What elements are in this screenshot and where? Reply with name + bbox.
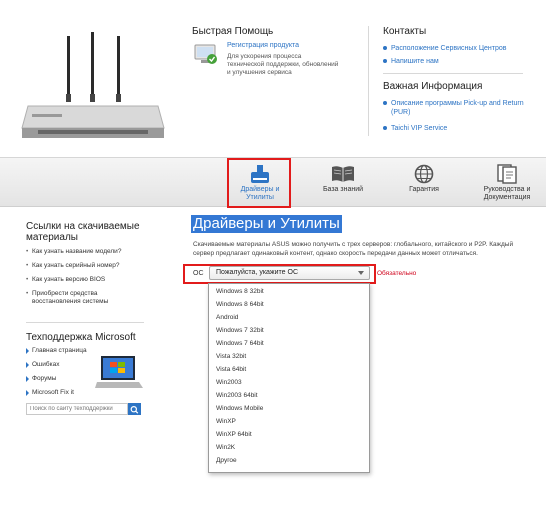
- product-registration-link[interactable]: Регистрация продукта: [227, 42, 299, 49]
- page-title: Драйверы и Утилиты: [191, 215, 342, 233]
- book-icon: [332, 166, 354, 182]
- write-us-link[interactable]: Напишите нам: [383, 57, 439, 66]
- os-option[interactable]: Другое: [216, 457, 237, 464]
- registration-icon: [194, 44, 217, 64]
- bios-version-link[interactable]: Как узнать версию BIOS: [26, 276, 105, 284]
- quick-help-description: Для ускорения процесса технической подде…: [227, 53, 339, 76]
- microsoft-support-title: Техподдержка Microsoft: [26, 332, 136, 343]
- pur-program-link[interactable]: Описание программы Pick-up and Return (P…: [383, 99, 528, 117]
- os-option[interactable]: Windows 7 32bit: [216, 327, 264, 334]
- ms-errors-link[interactable]: Ошибках: [26, 361, 59, 368]
- documents-icon: [497, 164, 517, 184]
- contacts-title: Контакты: [383, 26, 427, 37]
- ms-fixit-link[interactable]: Microsoft Fix it: [26, 389, 74, 396]
- os-option[interactable]: Android: [216, 314, 238, 321]
- quick-help-title: Быстрая Помощь: [192, 26, 274, 37]
- os-option[interactable]: Win2K: [216, 444, 235, 451]
- os-option[interactable]: Windows 8 64bit: [216, 301, 264, 308]
- intro-text: Скачиваемые материалы ASUS можно получит…: [193, 241, 514, 257]
- contacts-divider: [383, 73, 523, 74]
- ms-forums-link[interactable]: Форумы: [26, 375, 56, 382]
- model-name-link[interactable]: Как узнать название модели?: [26, 248, 121, 256]
- router-product-image: [21, 32, 165, 138]
- os-option[interactable]: Windows 7 64bit: [216, 340, 264, 347]
- nav-warranty[interactable]: Гарантия: [396, 164, 452, 194]
- ms-search-button[interactable]: [128, 403, 141, 415]
- nav-knowledge-label: База знаний: [322, 186, 364, 193]
- select-highlight-box: [183, 264, 376, 284]
- nav-manuals-docs[interactable]: Руководства и Документация: [474, 164, 540, 202]
- os-option[interactable]: Vista 32bit: [216, 353, 246, 360]
- ms-search-input[interactable]: [26, 403, 128, 415]
- sidebar-divider: [26, 322, 144, 323]
- service-centers-link[interactable]: Расположение Сервисных Центров: [383, 44, 507, 53]
- nav-knowledge-base[interactable]: База знаний: [315, 164, 371, 194]
- os-option[interactable]: Win2003 64bit: [216, 392, 258, 399]
- drivers-highlight-box: [227, 158, 291, 208]
- required-note: Обязательно: [377, 270, 417, 277]
- os-option[interactable]: WinXP 64bit: [216, 431, 252, 438]
- downloads-links-title: Ссылки на скачиваемые материалы: [26, 221, 140, 243]
- nav-warranty-label: Гарантия: [409, 186, 439, 193]
- recovery-media-link[interactable]: Приобрести средства восстановления систе…: [26, 290, 138, 306]
- taichi-vip-link[interactable]: Taichi VIP Service: [383, 124, 447, 133]
- ms-home-link[interactable]: Главная страница: [26, 347, 87, 354]
- os-dropdown-list: Windows 8 32bit Windows 8 64bit Android …: [208, 283, 370, 473]
- column-divider: [368, 26, 369, 136]
- globe-icon: [414, 164, 434, 184]
- os-option[interactable]: Vista 64bit: [216, 366, 246, 373]
- search-icon: [130, 405, 139, 414]
- windows-laptop-image: [95, 356, 143, 388]
- serial-number-link[interactable]: Как узнать серийный номер?: [26, 262, 119, 270]
- nav-manuals-label: Руководства и Документация: [483, 186, 531, 201]
- os-option[interactable]: Win2003: [216, 379, 242, 386]
- os-option[interactable]: Windows Mobile: [216, 405, 263, 412]
- os-option[interactable]: WinXP: [216, 418, 236, 425]
- important-info-title: Важная Информация: [383, 81, 483, 92]
- os-option[interactable]: Windows 8 32bit: [216, 288, 264, 295]
